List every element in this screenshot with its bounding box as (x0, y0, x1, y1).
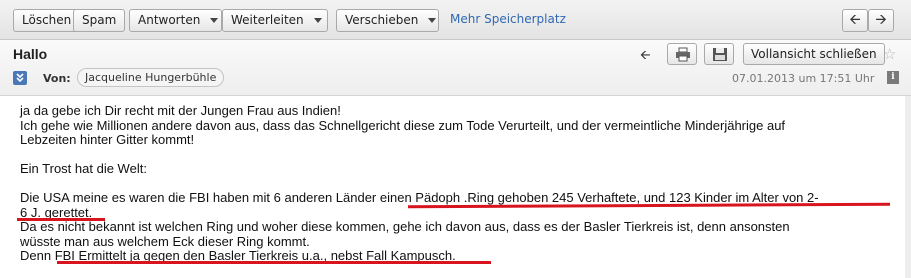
body-line: Da es nicht bekannt ist welchen Ring und… (20, 219, 790, 234)
body-line: Ich gehe wie Millionen andere davon aus,… (20, 117, 786, 133)
arrow-left-icon: 🡨 (849, 12, 861, 28)
reply-button[interactable]: Antworten (129, 9, 222, 32)
reply-arrow-icon[interactable]: 🡨 (640, 46, 651, 68)
more-storage-link[interactable]: Mehr Speicherplatz (450, 12, 566, 26)
chevron-down-icon (428, 18, 437, 23)
close-fullview-button[interactable]: Vollansicht schließen (743, 43, 885, 65)
red-underline-mark (17, 218, 105, 221)
scrollbar[interactable] (905, 96, 911, 278)
forward-label: Weiterleiten (231, 13, 304, 27)
body-line: wüsste man aus welchem Eck dieser Ring k… (20, 233, 310, 249)
delete-button[interactable]: Löschen (13, 9, 81, 32)
body-line: Ein Trost hat die Welt: (20, 161, 147, 176)
message-text: ja da gebe ich Dir recht mit der Jungen … (20, 103, 900, 264)
message-header: Hallo 🡨 Vollansicht schließen ☆ Von: Jac… (0, 40, 911, 96)
red-underline-mark (57, 261, 491, 264)
reply-label: Antworten (138, 13, 201, 27)
forward-button[interactable]: Weiterleiten (222, 9, 328, 32)
arrow-right-icon: 🡪 (875, 12, 887, 28)
move-label: Verschieben (345, 13, 419, 27)
print-button[interactable] (667, 43, 697, 65)
from-label: Von: (43, 72, 71, 85)
info-icon[interactable]: i (887, 71, 899, 84)
chevron-down-icon (210, 18, 219, 23)
body-line: ja da gebe ich Dir recht mit der Jungen … (20, 103, 341, 118)
body-line: Lebzeiten hinter Gitter kommt! (20, 132, 195, 147)
message-date: 07.01.2013 um 17:51 Uhr (732, 72, 875, 85)
printer-icon (676, 47, 690, 62)
save-button[interactable] (704, 43, 734, 65)
star-icon[interactable]: ☆ (883, 45, 896, 63)
message-subject: Hallo (13, 46, 48, 62)
expand-details-button[interactable] (13, 71, 27, 85)
spam-button[interactable]: Spam (73, 9, 126, 32)
next-message-button[interactable]: 🡪 (868, 9, 894, 32)
sender-chip[interactable]: Jacqueline Hungerbühle (77, 68, 225, 87)
toolbar: Löschen Spam Antworten Weiterleiten Vers… (0, 0, 911, 40)
previous-message-button[interactable]: 🡨 (842, 9, 868, 32)
chevron-down-icon (313, 18, 322, 23)
message-body: ja da gebe ich Dir recht mit der Jungen … (0, 96, 911, 278)
save-disk-icon (713, 48, 727, 61)
double-chevron-down-icon (16, 73, 24, 83)
move-button[interactable]: Verschieben (336, 9, 439, 32)
